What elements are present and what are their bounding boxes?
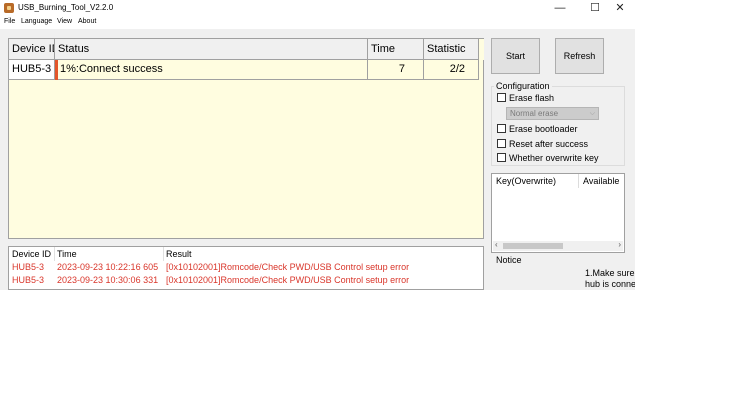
overwrite-key-checkbox[interactable]: Whether overwrite key — [497, 153, 599, 163]
scroll-left-icon[interactable]: ‹ — [495, 240, 498, 249]
column-header-statistic[interactable]: Statistic — [424, 39, 479, 60]
app-window: USB_Burning_Tool_V2.2.0 — ☐ ✕ File Langu… — [0, 0, 635, 290]
status-cell[interactable]: 1%:Connect success — [58, 60, 368, 80]
column-header-time[interactable]: Time — [368, 39, 424, 60]
notice-line-1: 1.Make sure — [585, 268, 635, 278]
menu-view[interactable]: View — [57, 18, 72, 25]
log-row-1-result[interactable]: [0x10102001]Romcode/Check PWD/USB Contro… — [166, 262, 409, 272]
scroll-right-icon[interactable]: › — [618, 240, 621, 249]
statistic-cell[interactable]: 2/2 — [424, 60, 479, 80]
app-icon — [4, 3, 14, 13]
checkbox-box[interactable] — [497, 93, 506, 102]
checkbox-box[interactable] — [497, 139, 506, 148]
column-header-log-device-id[interactable]: Device ID — [12, 249, 51, 259]
title-bar: USB_Burning_Tool_V2.2.0 — ☐ ✕ — [0, 0, 635, 17]
log-row-2-time[interactable]: 2023-09-23 10:30:06 331 — [57, 275, 158, 285]
device-id-cell[interactable]: HUB5-3 — [9, 60, 55, 80]
close-button[interactable]: ✕ — [605, 0, 635, 17]
column-header-available[interactable]: Available — [583, 176, 619, 186]
column-header-result[interactable]: Result — [166, 249, 192, 259]
erase-flash-label: Erase flash — [509, 93, 555, 103]
log-row-1-time[interactable]: 2023-09-23 10:22:16 605 — [57, 262, 158, 272]
column-divider — [578, 174, 579, 188]
log-row-1-device-id[interactable]: HUB5-3 — [12, 262, 44, 272]
checkbox-box[interactable] — [497, 153, 506, 162]
device-table: Device ID Status Time Statistic HUB5-3 1… — [8, 38, 484, 239]
erase-bootloader-label: Erase bootloader — [509, 124, 578, 134]
column-header-status[interactable]: Status — [55, 39, 368, 60]
reset-after-success-label: Reset after success — [509, 139, 589, 149]
log-table: Device ID Time Result HUB5-3 2023-09-23 … — [8, 246, 484, 290]
column-divider — [54, 247, 55, 261]
horizontal-scrollbar[interactable]: ‹ › — [493, 240, 623, 251]
overwrite-key-label: Whether overwrite key — [509, 153, 599, 163]
menu-about[interactable]: About — [78, 18, 96, 25]
window-title: USB_Burning_Tool_V2.2.0 — [18, 3, 114, 12]
column-divider — [163, 247, 164, 261]
scroll-thumb[interactable] — [503, 243, 563, 249]
menu-bar: File Language View About — [0, 17, 635, 29]
erase-mode-value: Normal erase — [510, 109, 559, 118]
log-row-2-device-id[interactable]: HUB5-3 — [12, 275, 44, 285]
refresh-button[interactable]: Refresh — [555, 38, 604, 74]
column-header-log-time[interactable]: Time — [57, 249, 77, 259]
erase-bootloader-checkbox[interactable]: Erase bootloader — [497, 124, 578, 134]
configuration-title: Configuration — [494, 81, 552, 91]
notice-title: Notice — [496, 255, 522, 265]
minimize-button[interactable]: — — [545, 0, 575, 17]
time-cell[interactable]: 7 — [368, 60, 424, 80]
header-filler — [479, 39, 484, 60]
column-header-device-id[interactable]: Device ID — [9, 39, 55, 60]
log-row-2-result[interactable]: [0x10102001]Romcode/Check PWD/USB Contro… — [166, 275, 409, 285]
chevron-down-icon: ⌵ — [589, 110, 595, 117]
menu-file[interactable]: File — [4, 18, 15, 25]
checkbox-box[interactable] — [497, 124, 506, 133]
reset-after-success-checkbox[interactable]: Reset after success — [497, 139, 588, 149]
notice-line-2: hub is conne — [585, 279, 635, 289]
menu-language[interactable]: Language — [21, 18, 52, 25]
erase-mode-select[interactable]: Normal erase ⌵ — [506, 107, 599, 120]
erase-flash-checkbox[interactable]: Erase flash — [497, 93, 554, 103]
column-header-key[interactable]: Key(Overwrite) — [496, 176, 556, 186]
key-table: Key(Overwrite) Available ‹ › — [491, 173, 625, 253]
start-button[interactable]: Start — [491, 38, 540, 74]
